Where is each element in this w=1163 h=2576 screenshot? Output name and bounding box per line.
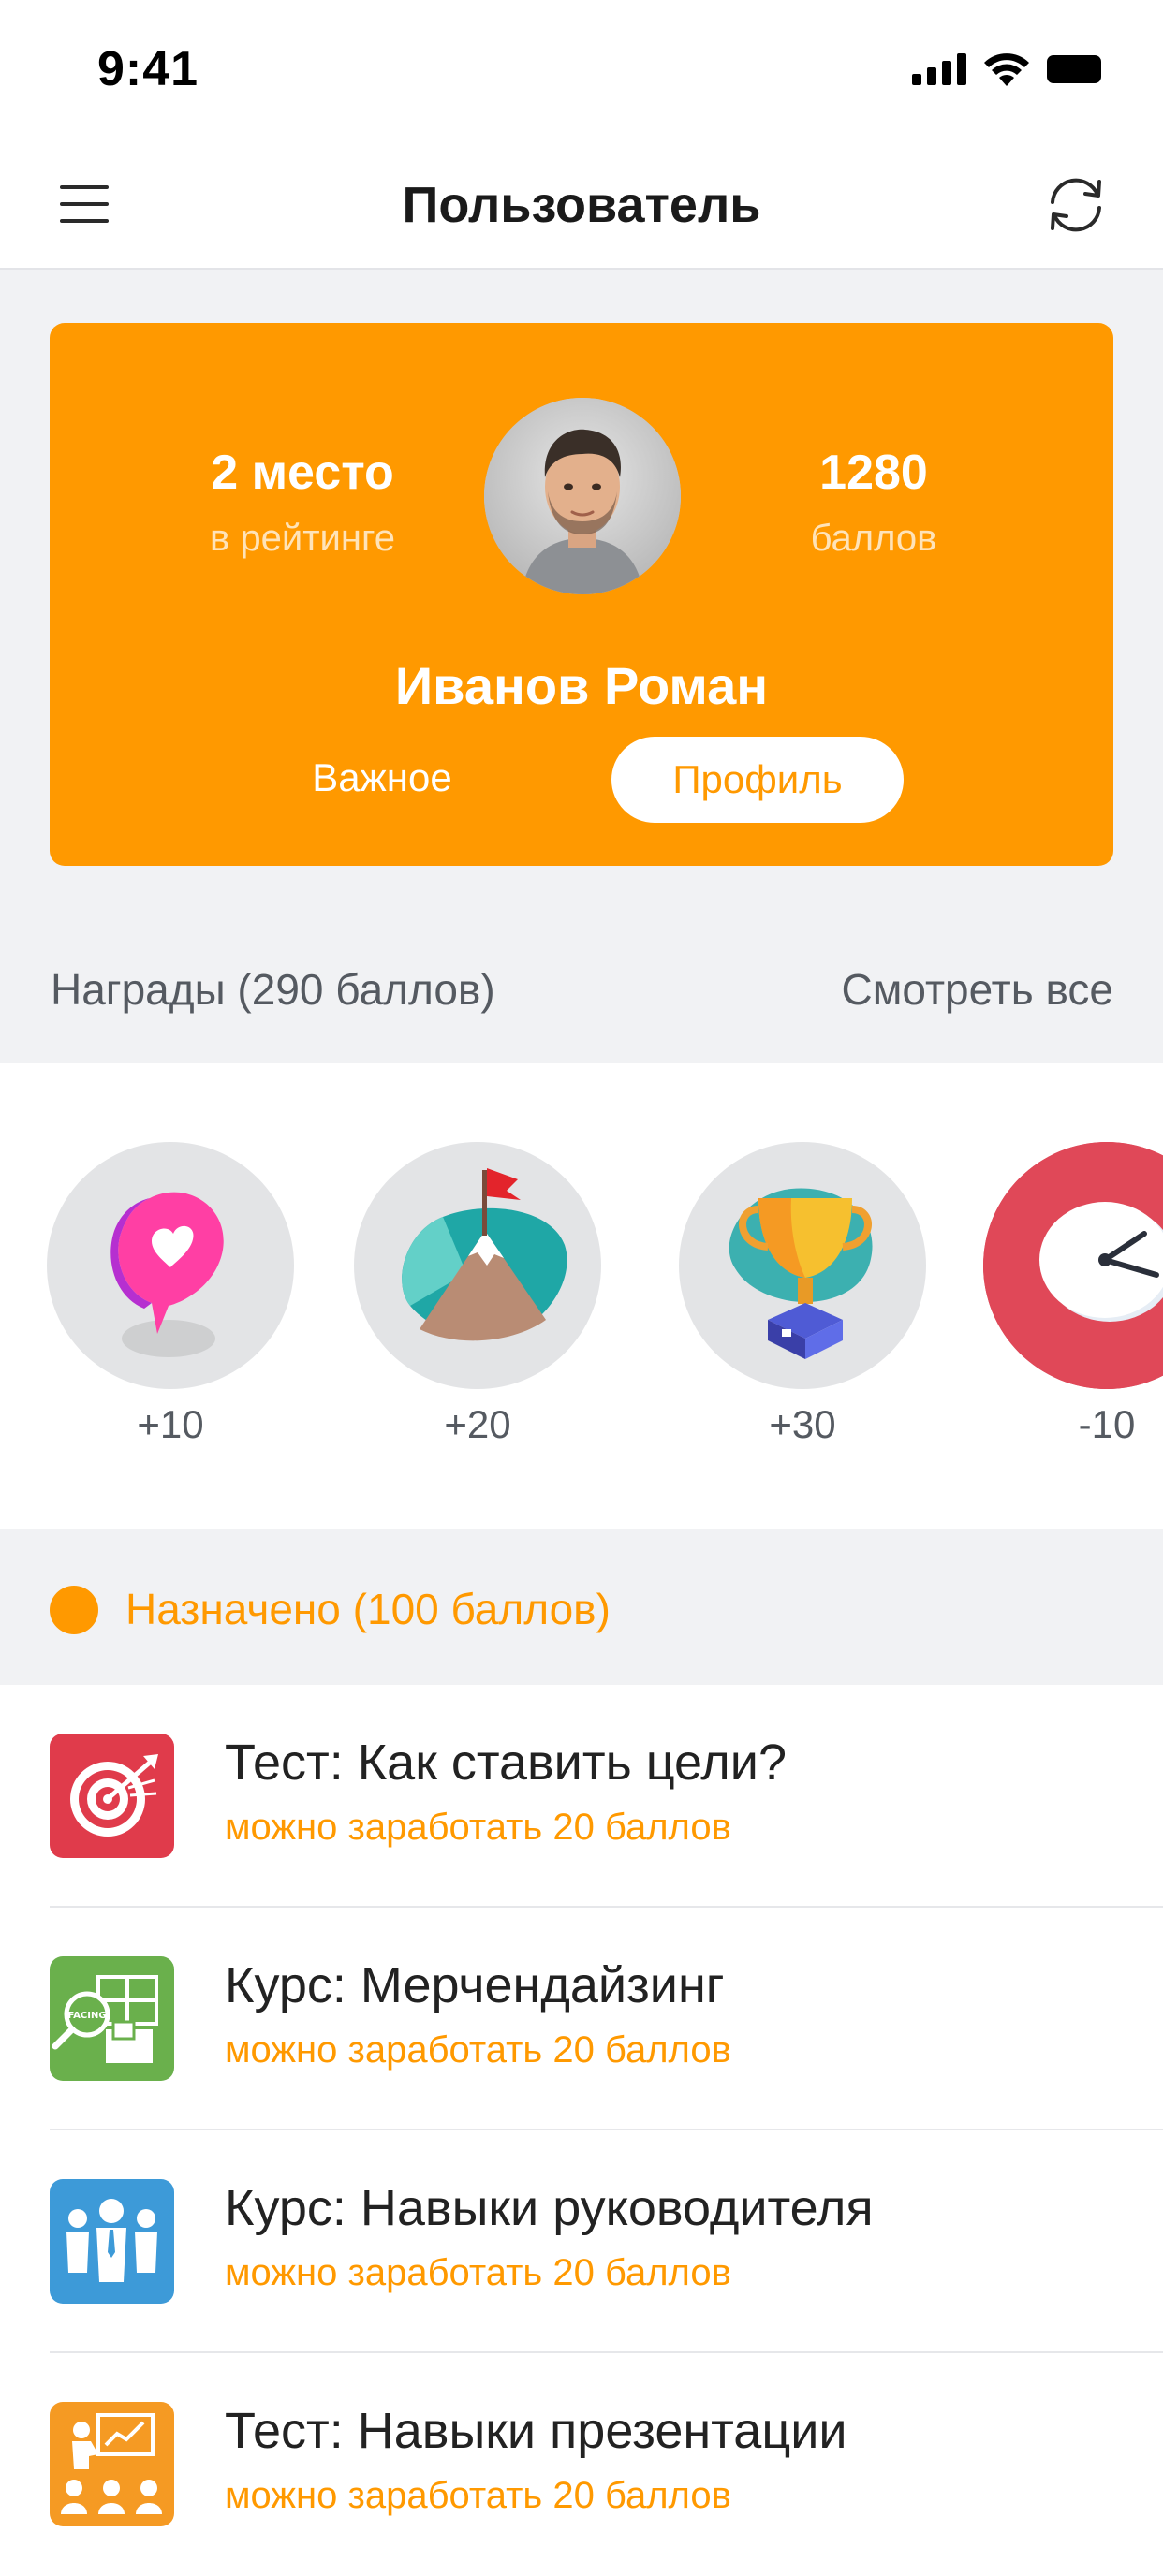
points-value: 1280 [819,446,928,500]
reward-points: +10 [137,1402,204,1446]
reward-points: +30 [769,1402,836,1446]
battery-icon [1047,55,1101,83]
status-time: 9:41 [97,42,199,96]
points-stat: 1280 баллов [696,445,1052,560]
nav-bar: Пользователь [0,140,1163,270]
mountain-flag-icon [354,1142,601,1389]
profile-button[interactable]: Профиль [611,737,904,823]
merchandising-icon: FACING [50,1956,174,2081]
item-title: Тест: Как ставить цели? [225,1734,787,1791]
item-subtitle: можно заработать 20 баллов [225,1807,731,1848]
svg-text:FACING: FACING [67,2011,106,2021]
presentation-icon [50,2402,174,2526]
status-bar: 9:41 [0,0,1163,140]
user-name: Иванов Роман [394,656,769,715]
status-icons [912,52,1105,86]
heart-bubble-icon [47,1142,294,1389]
item-title: Курс: Мерчендайзинг [225,1957,725,2013]
trophy-icon [679,1142,926,1389]
rank-label: в рейтинге [210,518,395,559]
points-label: баллов [810,518,937,559]
list-item[interactable]: Курс: Навыки руководителя можно заработа… [0,2130,1163,2353]
cellular-signal-icon [912,53,966,85]
reward-points: -10 [1078,1402,1136,1446]
list-item[interactable]: Тест: Как ставить цели? можно заработать… [0,1685,1163,1908]
important-button[interactable]: Важное [265,735,499,821]
rewards-title: Награды (290 баллов) [51,965,495,1014]
rank-value: 2 место [211,446,394,500]
clock-icon [983,1142,1163,1389]
team-icon [50,2179,174,2304]
list-item[interactable]: Тест: Навыки презентации можно заработат… [0,2353,1163,2576]
assigned-header: Назначено (100 баллов) [0,1530,1163,1685]
reward-badge[interactable]: +20 [354,1142,601,1447]
rank-stat: 2 место в рейтинге [125,445,480,560]
profile-card: 2 место в рейтинге 1280 баллов Иванов Ро… [50,323,1113,866]
reward-points: +20 [444,1402,511,1446]
refresh-icon[interactable] [1041,170,1111,240]
page-title: Пользователь [402,177,761,233]
assigned-title: Назначено (100 баллов) [125,1585,611,1633]
item-title: Курс: Навыки руководителя [225,2180,874,2236]
item-subtitle: можно заработать 20 баллов [225,2029,731,2071]
rewards-carousel[interactable]: +10 +20 +30 -10 [0,1063,1163,1530]
status-dot [50,1586,98,1634]
avatar-photo [484,398,681,594]
reward-badge[interactable]: +30 [679,1142,926,1447]
item-subtitle: можно заработать 20 баллов [225,2475,731,2516]
reward-badge[interactable]: +10 [47,1142,294,1447]
list-item[interactable]: FACING Курс: Мерчендайзинг можно заработ… [0,1908,1163,2130]
item-subtitle: можно заработать 20 баллов [225,2252,731,2293]
wifi-icon [984,53,1029,86]
see-all-link[interactable]: Смотреть все [842,964,1113,1015]
item-title: Тест: Навыки презентации [225,2403,847,2459]
target-icon [50,1734,174,1858]
reward-badge[interactable]: -10 [983,1142,1163,1447]
avatar[interactable] [484,398,681,594]
